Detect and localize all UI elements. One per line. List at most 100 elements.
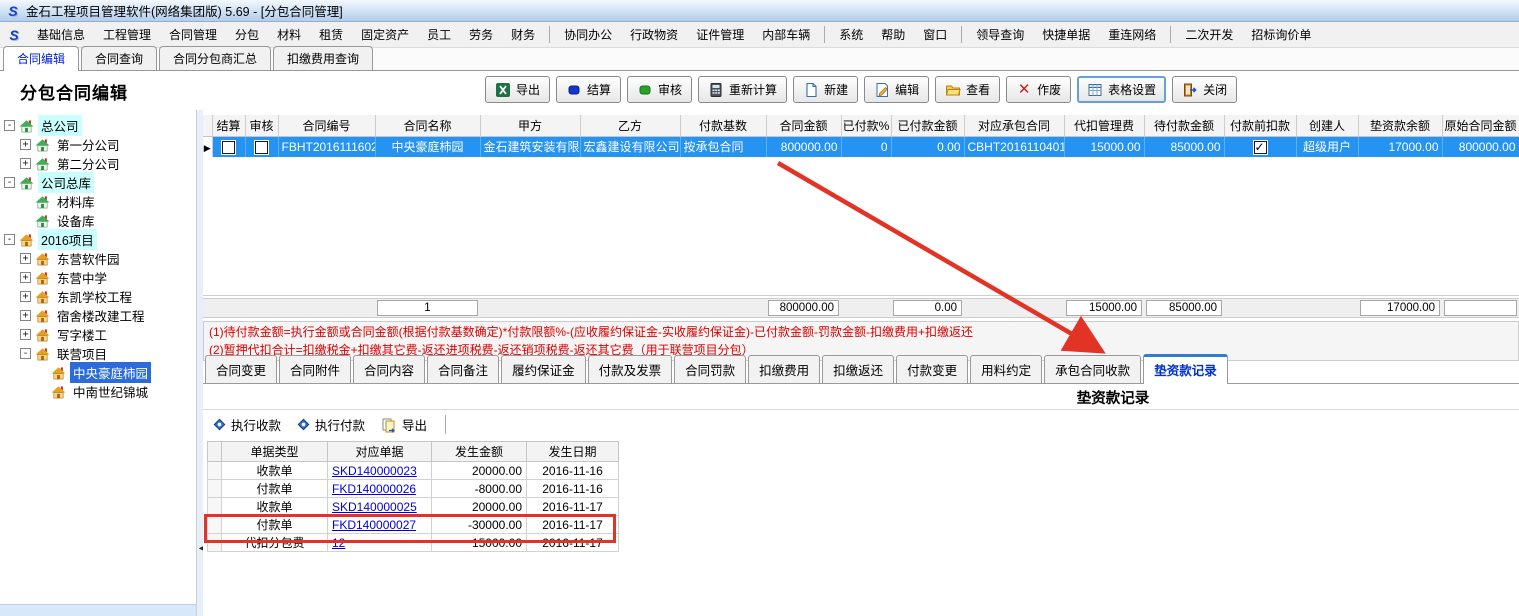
column-header[interactable]: 已付款%: [841, 115, 891, 136]
party-b-cell[interactable]: 宏鑫建设有限公司: [580, 136, 680, 157]
related-contract-cell[interactable]: CBHT2016110401: [964, 136, 1064, 157]
original-amount-cell[interactable]: 800000.00: [1442, 136, 1519, 157]
detail-row[interactable]: 收款单 SKD140000023 20000.00 2016-11-16: [208, 462, 619, 480]
column-header[interactable]: 发生日期: [527, 442, 619, 462]
audit-button[interactable]: 审核: [627, 76, 692, 103]
pre-payment-deduct-checkbox[interactable]: [1254, 141, 1267, 154]
expand-toggle-icon[interactable]: +: [20, 272, 31, 283]
column-header[interactable]: 乙方: [580, 115, 680, 136]
tree-node-label[interactable]: 东营软件园: [54, 248, 123, 269]
tree-node-project[interactable]: + 写字楼工: [0, 325, 196, 344]
tree-node-label[interactable]: 2016项目: [38, 229, 97, 250]
column-header[interactable]: 已付款金额: [891, 115, 964, 136]
collapse-toggle-icon[interactable]: -: [4, 234, 15, 245]
void-button[interactable]: ✕ 作废: [1006, 76, 1071, 103]
tab-subcontractor-summary[interactable]: 合同分包商汇总: [159, 46, 271, 70]
menu-item[interactable]: 劳务: [460, 22, 502, 47]
tree-node-label[interactable]: 第二分公司: [54, 153, 123, 174]
menu-item[interactable]: 工程管理: [94, 22, 160, 47]
creator-cell[interactable]: 超级用户: [1296, 136, 1358, 157]
execute-receipt-button[interactable]: 执行收款: [213, 415, 281, 434]
audit-checkbox[interactable]: [255, 141, 268, 154]
column-header[interactable]: 审核: [245, 115, 278, 136]
pre-payment-deduct-cell[interactable]: [1224, 136, 1296, 157]
payable-amount-cell[interactable]: 85000.00: [1144, 136, 1224, 157]
menu-item[interactable]: 领导查询: [967, 22, 1033, 47]
payment-base-cell[interactable]: 按承包合同: [680, 136, 766, 157]
tab-contract-query[interactable]: 合同查询: [81, 46, 157, 70]
collapse-toggle-icon[interactable]: -: [20, 348, 31, 359]
settle-button[interactable]: 结算: [556, 76, 621, 103]
tree-node-label[interactable]: 东凯学校工程: [54, 286, 135, 307]
column-header[interactable]: 发生金额: [432, 442, 527, 462]
tree-node-project[interactable]: + 东营中学: [0, 268, 196, 287]
tree-node-head-office[interactable]: - 总公司: [0, 116, 196, 135]
tree-node-label[interactable]: 写字楼工: [54, 324, 110, 345]
contract-row-selected[interactable]: ▶ FBHT2016111602 中央豪庭柿园 金石建筑安装有限 宏鑫建设有限公…: [203, 136, 1519, 157]
tree-node-project[interactable]: 中南世纪锦城: [0, 382, 196, 401]
document-link[interactable]: FKD140000027: [332, 518, 416, 532]
menu-item[interactable]: 快捷单据: [1033, 22, 1099, 47]
menu-item[interactable]: 分包: [226, 22, 268, 47]
menu-item[interactable]: 合同管理: [160, 22, 226, 47]
tab-payment-invoice[interactable]: 付款及发票: [588, 355, 673, 383]
settle-checkbox[interactable]: [222, 141, 235, 154]
column-header[interactable]: 合同编号: [278, 115, 375, 136]
edit-button[interactable]: 编辑: [864, 76, 929, 103]
menu-item[interactable]: 员工: [418, 22, 460, 47]
audit-cell[interactable]: [245, 136, 278, 157]
column-header[interactable]: 代扣管理费: [1064, 115, 1144, 136]
tab-main-contract-receipts[interactable]: 承包合同收款: [1044, 355, 1141, 383]
column-header[interactable]: 垫资款余额: [1358, 115, 1442, 136]
tree-node-central-project-selected[interactable]: 中央豪庭柿园: [0, 363, 196, 382]
column-header[interactable]: 单据类型: [222, 442, 328, 462]
new-button[interactable]: 新建: [793, 76, 858, 103]
tab-contract-change[interactable]: 合同变更: [205, 355, 277, 383]
contract-name-cell[interactable]: 中央豪庭柿园: [375, 136, 480, 157]
tree-node-label[interactable]: 材料库: [54, 191, 98, 212]
menu-item[interactable]: 窗口: [914, 22, 956, 47]
tree-node-project[interactable]: + 东营软件园: [0, 249, 196, 268]
column-header[interactable]: 对应单据: [328, 442, 432, 462]
expand-toggle-icon[interactable]: +: [20, 329, 31, 340]
detail-row-withheld-subcontract-fee[interactable]: 代扣分包费 12 15000.00 2016-11-17: [208, 534, 619, 552]
tree-node-label[interactable]: 宿舍楼改建工程: [54, 305, 148, 326]
document-link[interactable]: SKD140000025: [332, 500, 417, 514]
collapse-toggle-icon[interactable]: -: [4, 120, 15, 131]
tab-material-agreement[interactable]: 用料约定: [970, 355, 1042, 383]
tab-contract-edit[interactable]: 合同编辑: [3, 46, 79, 71]
menu-item[interactable]: 招标询价单: [1242, 22, 1320, 47]
column-header[interactable]: 付款基数: [680, 115, 766, 136]
withheld-fee-cell[interactable]: 15000.00: [1064, 136, 1144, 157]
tree-node-label[interactable]: 第一分公司: [54, 134, 123, 155]
tab-contract-attachment[interactable]: 合同附件: [279, 355, 351, 383]
tree-node-label[interactable]: 联营项目: [54, 343, 110, 364]
execute-payment-button[interactable]: 执行付款: [297, 415, 365, 434]
tree-node-equipment-store[interactable]: 设备库: [0, 211, 196, 230]
expand-toggle-icon[interactable]: +: [20, 253, 31, 264]
column-header[interactable]: 合同名称: [375, 115, 480, 136]
party-a-cell[interactable]: 金石建筑安装有限: [480, 136, 580, 157]
tab-withhold-fee-query[interactable]: 扣缴费用查询: [273, 46, 373, 70]
expand-toggle-icon[interactable]: +: [20, 139, 31, 150]
tree-node-project[interactable]: + 宿舍楼改建工程: [0, 306, 196, 325]
tab-advance-fund-records[interactable]: 垫资款记录: [1143, 354, 1228, 384]
menu-item[interactable]: 内部车辆: [753, 22, 819, 47]
settle-cell[interactable]: [212, 136, 245, 157]
document-link[interactable]: FKD140000026: [332, 482, 416, 496]
column-header[interactable]: 付款前扣款: [1224, 115, 1296, 136]
contract-no-cell[interactable]: FBHT2016111602: [278, 136, 375, 157]
detail-row[interactable]: 付款单 FKD140000026 -8000.00 2016-11-16: [208, 480, 619, 498]
menu-item[interactable]: 证件管理: [687, 22, 753, 47]
export-button[interactable]: 导出: [485, 76, 550, 103]
detail-row[interactable]: 付款单 FKD140000027 -30000.00 2016-11-17: [208, 516, 619, 534]
menu-item[interactable]: 二次开发: [1176, 22, 1242, 47]
document-link[interactable]: SKD140000023: [332, 464, 417, 478]
tree-node-label[interactable]: 总公司: [38, 115, 82, 136]
tree-node-label[interactable]: 东营中学: [54, 267, 110, 288]
tree-node-2016-projects[interactable]: - 2016项目: [0, 230, 196, 249]
menu-item[interactable]: 行政物资: [621, 22, 687, 47]
expand-toggle-icon[interactable]: +: [20, 310, 31, 321]
tab-contract-content[interactable]: 合同内容: [353, 355, 425, 383]
panel-splitter[interactable]: ◄: [196, 110, 203, 616]
